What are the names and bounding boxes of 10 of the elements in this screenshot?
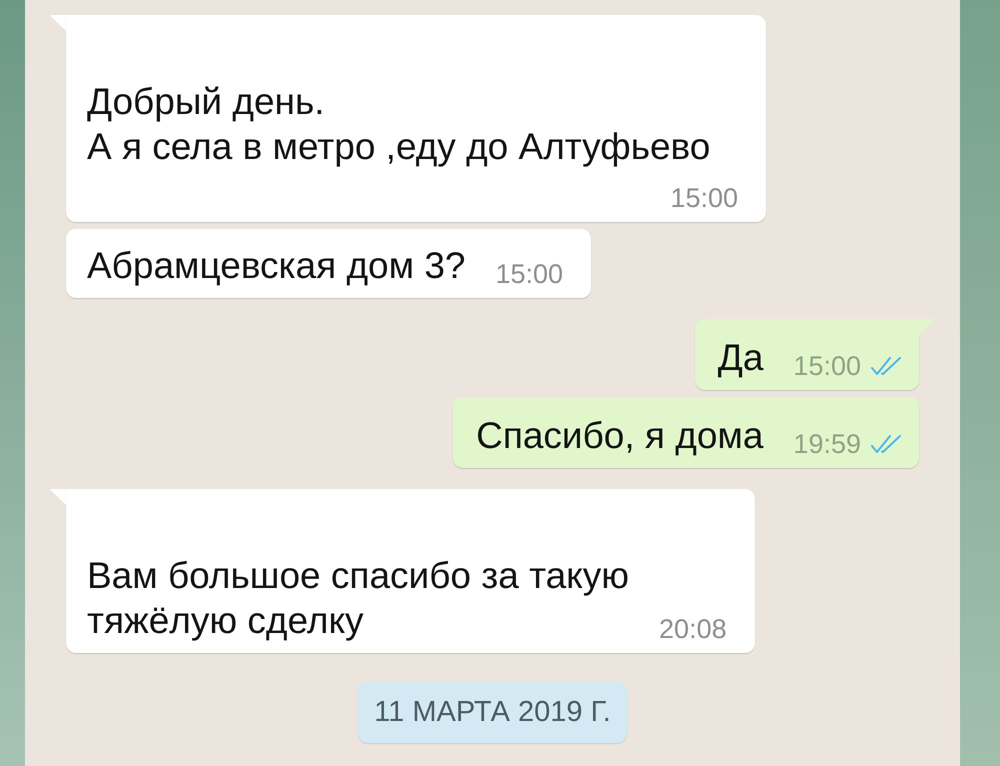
message-time: 15:00 [670,184,738,212]
message-text: Да [718,336,764,380]
message-text: Абрамцевская дом 3? [87,244,466,288]
message-time: 19:59 [793,430,861,458]
message-time: 15:00 [496,260,564,288]
message-time: 15:00 [793,352,861,380]
message-text: Спасибо, я дома [476,414,764,458]
message-text: Добрый день. А я села в метро ,еду до Алтуфьево [87,80,710,169]
message-text: Вам большое спасибо за такую тяжёлую сделку [87,554,630,643]
message-time: 20:08 [659,615,727,643]
